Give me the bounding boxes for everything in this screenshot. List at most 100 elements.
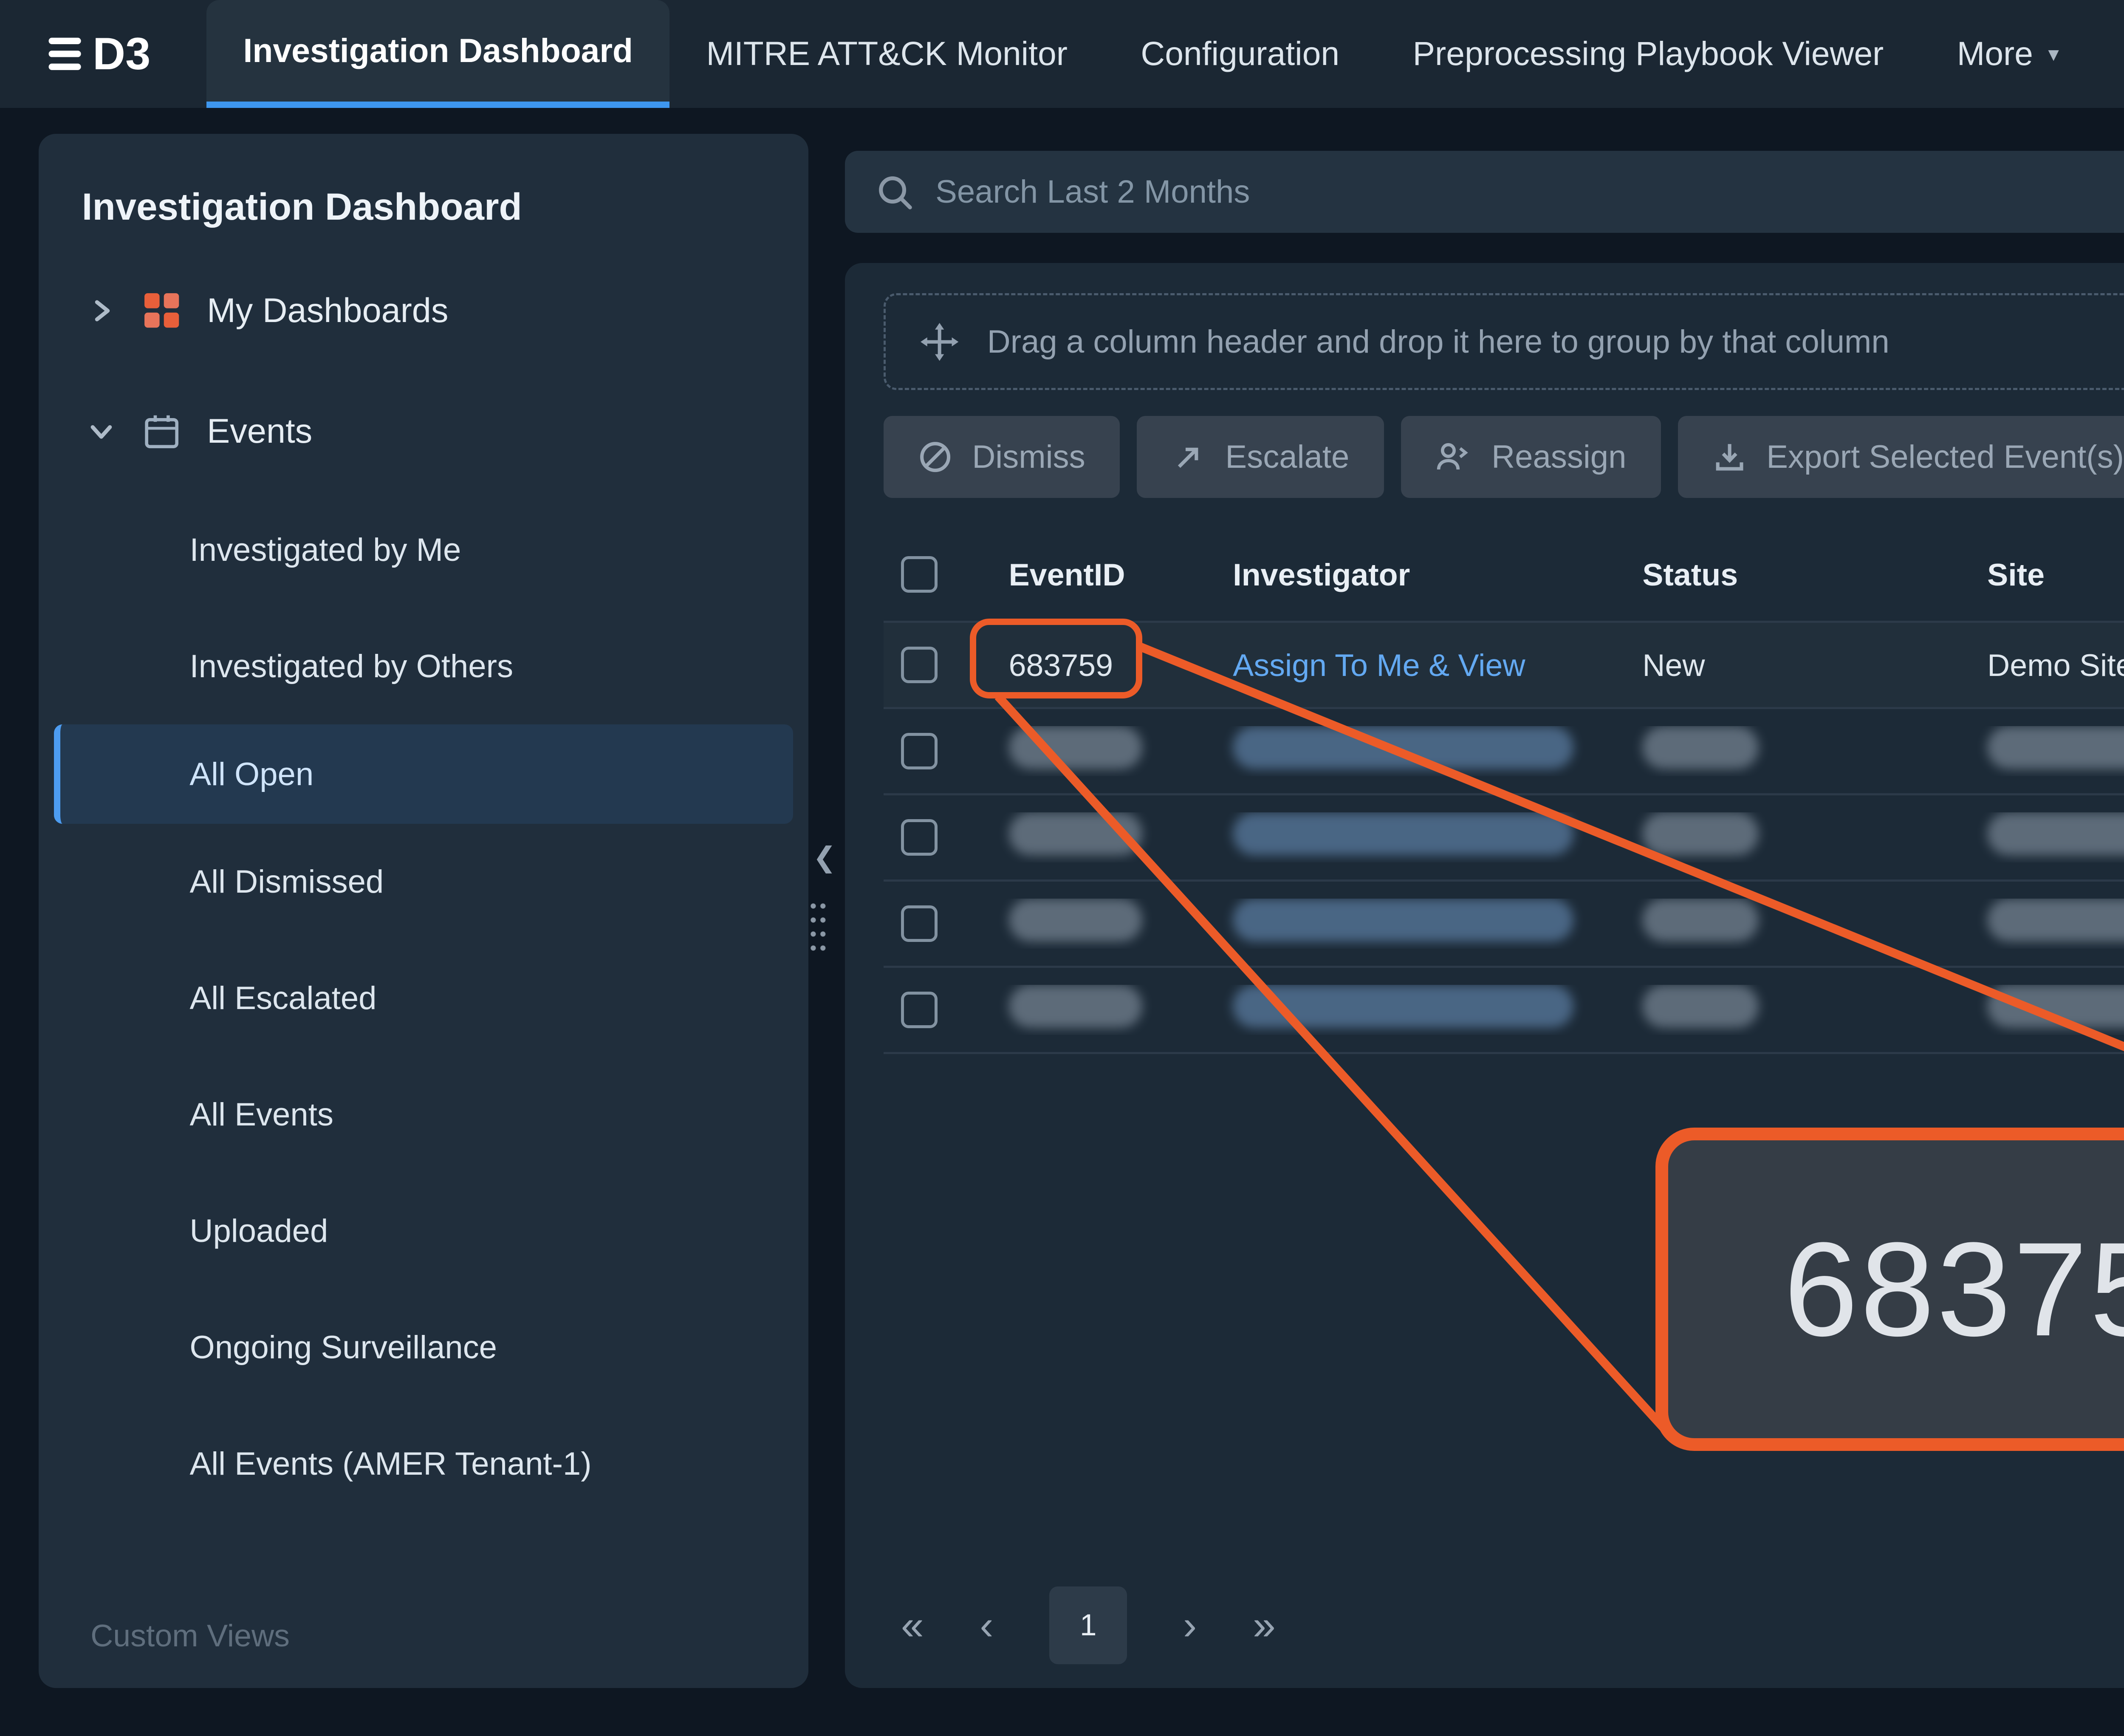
tab-label: Configuration (1141, 34, 1339, 73)
sidebar-item-label: Uploaded (190, 1213, 328, 1250)
row-checkbox[interactable] (901, 733, 938, 769)
sidebar-item-all-dismissed[interactable]: All Dismissed (39, 824, 808, 940)
tab-mitre-attck-monitor[interactable]: MITRE ATT&CK Monitor (669, 0, 1104, 108)
redacted-status (1642, 726, 1759, 769)
last-page-button[interactable]: » (1253, 1605, 1276, 1646)
tab-configuration[interactable]: Configuration (1104, 0, 1376, 108)
dismiss-button[interactable]: Dismiss (884, 416, 1120, 498)
table-row-683759[interactable]: 683759 Assign To Me & View New Demo Site… (884, 623, 2124, 709)
main-area: × Demo Site ▾ Drag (845, 134, 2124, 1688)
chevron-down-icon (86, 418, 116, 444)
sidebar-item-ongoing-surveillance[interactable]: Ongoing Surveillance (39, 1289, 808, 1406)
sidebar-item-all-events[interactable]: All Events (39, 1057, 808, 1173)
search-box[interactable]: × (845, 151, 2124, 233)
custom-views-label: Custom Views (90, 1617, 290, 1654)
sidebar-item-label: Investigated by Others (190, 648, 514, 685)
sidebar-drag-handle[interactable] (808, 899, 828, 955)
redacted-event-id (1009, 899, 1143, 942)
search-row: × Demo Site ▾ (845, 151, 2124, 233)
current-page[interactable]: 1 (1049, 1586, 1127, 1664)
table-header-row: EventID Investigator Status Site Data So… (884, 528, 2124, 623)
column-header-investigator[interactable]: Investigator (1212, 557, 1621, 593)
row-checkbox[interactable] (901, 992, 938, 1028)
redacted-status (1642, 985, 1759, 1028)
export-selected-button[interactable]: Export Selected Event(s) (1678, 416, 2124, 498)
select-all-checkbox[interactable] (901, 556, 938, 593)
redacted-event-id (1009, 812, 1143, 855)
column-header-site[interactable]: Site (1966, 557, 2124, 593)
table-row-redacted[interactable] (884, 795, 2124, 882)
dashboard-grid-icon (142, 291, 181, 330)
tab-label: More (1957, 34, 2033, 73)
sidebar: Investigation Dashboard My Dashboards (39, 134, 808, 1688)
tab-label: Investigation Dashboard (243, 31, 633, 70)
table-row-redacted[interactable] (884, 968, 2124, 1054)
group-by-hint: Drag a column header and drop it here to… (987, 323, 1890, 360)
sidebar-item-all-open[interactable]: All Open (54, 724, 793, 823)
group-label: Events (207, 412, 312, 451)
tab-more[interactable]: More ▾ (1920, 0, 2096, 108)
column-label: Status (1642, 557, 1738, 592)
row-checkbox[interactable] (901, 905, 938, 942)
next-page-button[interactable]: › (1183, 1605, 1197, 1646)
tab-label: MITRE ATT&CK Monitor (706, 34, 1067, 73)
sidebar-group-events[interactable]: Events (39, 371, 808, 492)
investigation-dashboard-app: D3 Investigation Dashboard MITRE ATT&CK … (0, 0, 2124, 1736)
redacted-event-id (1009, 985, 1143, 1028)
status-value: New (1642, 647, 1705, 683)
redacted-investigator (1233, 812, 1573, 855)
row-checkbox[interactable] (901, 819, 938, 856)
chevron-down-icon: ▾ (2048, 41, 2059, 66)
calendar-icon (142, 412, 181, 451)
sidebar-item-investigated-by-me[interactable]: Investigated by Me (39, 492, 808, 608)
redacted-event-id (1009, 726, 1143, 769)
table-body: 683759 Assign To Me & View New Demo Site… (884, 623, 2124, 1054)
download-icon (1712, 440, 1747, 474)
sidebar-item-all-escalated[interactable]: All Escalated (39, 940, 808, 1057)
redacted-site (1987, 726, 2124, 769)
redacted-site (1987, 812, 2124, 855)
row-checkbox[interactable] (901, 647, 938, 683)
sidebar-group-my-dashboards[interactable]: My Dashboards (39, 250, 808, 371)
group-by-dropzone[interactable]: Drag a column header and drop it here to… (884, 293, 2124, 390)
events-table: EventID Investigator Status Site Data So… (884, 528, 2124, 1054)
column-label: Investigator (1233, 557, 1410, 592)
pagination-bar: « ‹ 1 › » 1 - 5 of 5 items (884, 1563, 2124, 1688)
tab-label: Preprocessing Playbook Viewer (1413, 34, 1884, 73)
sidebar-item-label: All Dismissed (190, 863, 384, 900)
tab-investigation-dashboard[interactable]: Investigation Dashboard (206, 0, 669, 108)
move-icon (920, 322, 959, 361)
sidebar-item-all-events-amer-tenant-1[interactable]: All Events (AMER Tenant-1) (39, 1406, 808, 1522)
prev-page-button[interactable]: ‹ (980, 1605, 993, 1646)
d3-logo-icon (48, 30, 82, 78)
redacted-site (1987, 899, 2124, 942)
table-row-redacted[interactable] (884, 882, 2124, 968)
export-label: Export Selected Event(s) (1766, 438, 2124, 475)
assign-to-me-link[interactable]: Assign To Me & View (1233, 647, 1525, 683)
sidebar-item-label: All Events (190, 1096, 333, 1133)
reassign-button[interactable]: Reassign (1401, 416, 1661, 498)
first-page-button[interactable]: « (901, 1605, 924, 1646)
chevron-right-icon (86, 298, 116, 324)
table-row-redacted[interactable] (884, 709, 2124, 795)
redacted-investigator (1233, 726, 1573, 769)
status-cell: New (1621, 647, 1966, 683)
top-navbar: D3 Investigation Dashboard MITRE ATT&CK … (0, 0, 2124, 108)
escalate-button[interactable]: Escalate (1137, 416, 1384, 498)
column-header-eventid[interactable]: EventID (987, 557, 1212, 593)
sidebar-item-uploaded[interactable]: Uploaded (39, 1173, 808, 1289)
escalate-label: Escalate (1225, 438, 1349, 475)
column-label: Site (1987, 557, 2045, 593)
reassign-label: Reassign (1491, 438, 1626, 475)
d3-logo[interactable]: D3 (48, 0, 151, 108)
sidebar-item-investigated-by-others[interactable]: Investigated by Others (39, 608, 808, 724)
group-label: My Dashboards (207, 291, 448, 331)
search-input[interactable] (935, 173, 2124, 210)
tab-preprocessing-playbook-viewer[interactable]: Preprocessing Playbook Viewer (1376, 0, 1920, 108)
column-header-status[interactable]: Status (1621, 557, 1966, 593)
sidebar-collapse-icon[interactable]: ❮ (813, 841, 836, 874)
escalate-icon (1172, 440, 1206, 474)
site-value: Demo Site (1987, 647, 2124, 683)
dismiss-label: Dismiss (972, 438, 1085, 475)
event-id-cell: 683759 (987, 647, 1212, 683)
